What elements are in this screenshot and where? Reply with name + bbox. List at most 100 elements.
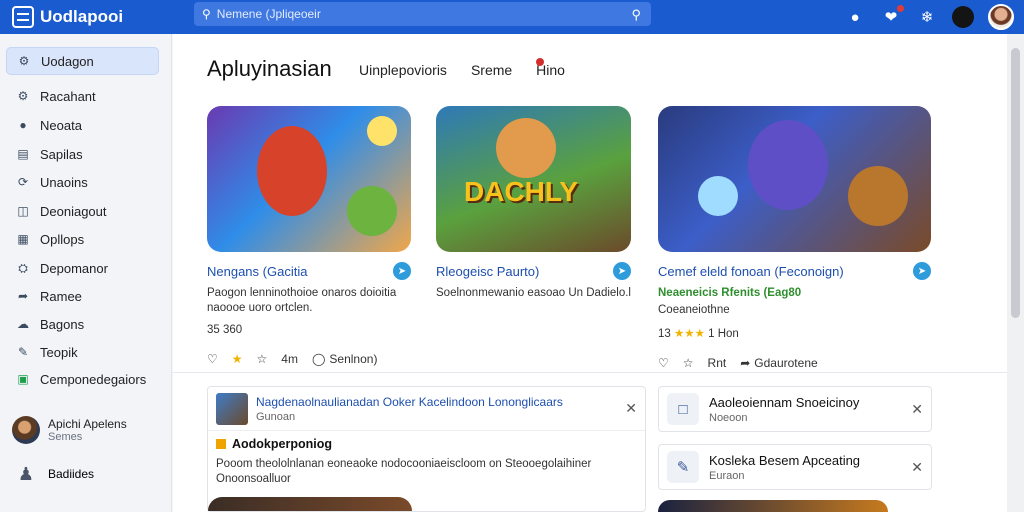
sidebar-item-label: Sapilas [40, 146, 83, 162]
card-title[interactable]: Rleogeisc Paurto) [436, 264, 539, 279]
top-bar: Uodlapooi ⚲ ⚲ ● ❤ ❄ [0, 0, 1024, 34]
sidebar-item-racahant[interactable]: ⚙ Racahant [6, 82, 159, 110]
clipboard-icon: □ [667, 393, 699, 425]
gamepad-icon: ✎ [667, 451, 699, 483]
notifications-icon[interactable]: ❤ [880, 5, 904, 28]
post-header[interactable]: Nagdenaolnaulianadan Ooker Kacelindoon L… [256, 395, 563, 409]
comment-button[interactable]: ◯ Senlnon) [312, 352, 377, 366]
game-thumbnail[interactable]: DACHLY [436, 106, 631, 252]
card-title[interactable]: Nengans (Gacitia [207, 264, 307, 279]
tab-hino[interactable]: Hino [536, 58, 565, 78]
game-thumbnail[interactable] [207, 106, 411, 252]
close-icon[interactable]: ✕ [911, 401, 923, 418]
card-title[interactable]: Cemef eleld fonoan (Feconoign) [658, 264, 844, 279]
tab-uinplepovioris[interactable]: Uinplepovioris [359, 62, 447, 78]
post-body: Pooom theololnlanan eoneaoke nodocooniae… [216, 458, 592, 485]
sidebar-item-label: Opllops [40, 231, 85, 247]
image-preview [658, 500, 888, 512]
tab-sreme[interactable]: Sreme [471, 62, 512, 78]
rating-stars: ★★★ [674, 328, 705, 340]
share-label: Gdaurotene [754, 356, 818, 370]
star-outline-icon[interactable]: ☆ [683, 356, 694, 370]
sidebar-item-label: Racahant [40, 88, 96, 104]
account-avatar[interactable] [952, 6, 974, 28]
card-description: Coeaneiothne [658, 304, 730, 316]
user-icon: ● [19, 118, 27, 132]
logo-icon [12, 6, 34, 28]
search-bar[interactable]: ⚲ ⚲ [194, 2, 651, 26]
post-title: Aodokperponiog [232, 437, 332, 451]
sidebar-profile[interactable]: Apichi Apelens Semes [12, 414, 162, 446]
document-icon: ◫ [17, 204, 29, 218]
sidebar-item-cemponedegaiors[interactable]: ▣ Cemponedegaiors [6, 365, 159, 393]
sidebar-item-uodagon[interactable]: ⚙ Uodagon [6, 47, 159, 75]
sidebar-item-unaoins[interactable]: ⟳ Unaoins [6, 168, 159, 196]
side-card-title: Aaoleoiennam Snoeicinoy [709, 394, 860, 410]
sidebar: ⚙ Uodagon ⚙ Racahant ● Neoata ▤ Sapilas … [0, 34, 172, 512]
sidebar-item-label: Cemponedegaiors [40, 371, 147, 387]
sidebar-item-bagons[interactable]: ☁ Bagons [6, 310, 159, 338]
home-icon: ⚙ [18, 54, 30, 68]
sidebar-item-deoniagout[interactable]: ◫ Deoniagout [6, 197, 159, 225]
star-icon[interactable]: ★ [232, 352, 243, 366]
like-icon[interactable]: ♡ [658, 356, 669, 370]
stats-count: 13 [658, 328, 671, 340]
close-icon[interactable]: ✕ [625, 400, 637, 417]
app-logo[interactable]: Uodlapooi [12, 6, 123, 28]
card-description: Soelnonmewanio easoao Un Dadielo.l [436, 287, 631, 299]
sidebar-footer-label: Badiides [48, 467, 95, 481]
user-icon[interactable]: ● [844, 6, 866, 28]
card-action[interactable]: Rnt [708, 356, 727, 370]
thumbnail-title: DACHLY [464, 176, 579, 207]
post-thumbnail [216, 392, 248, 425]
top-icons: ● ❤ ❄ [844, 0, 1014, 34]
feed-post[interactable]: Nagdenaolnaulianadan Ooker Kacelindoon L… [207, 386, 646, 512]
tab-bar: Uinplepovioris Sreme Hino [359, 58, 565, 78]
scrollbar[interactable] [1007, 34, 1024, 512]
share-icon: ➦ [17, 289, 29, 303]
sidebar-item-label: Unaoins [40, 174, 88, 190]
sidebar-item-teopik[interactable]: ✎ Teopik [6, 338, 159, 366]
share-button[interactable]: ➦ Gdaurotene [740, 356, 817, 370]
game-card[interactable]: Cemef eleld fonoan (Feconoign) ➤ Neaeneic… [658, 106, 931, 370]
side-card[interactable]: ✎ Kosleka Besem Apceating Euraon ✕ [658, 444, 932, 490]
game-thumbnail[interactable] [658, 106, 931, 252]
profile-name: Apichi Apelens [48, 417, 127, 431]
grid-icon: ▦ [17, 232, 29, 246]
settings-icon[interactable]: ❄ [916, 6, 938, 28]
share-icon[interactable]: ➤ [913, 262, 931, 280]
card-stats: 13 ★★★ 1 Hon [658, 326, 931, 340]
like-icon[interactable]: ♡ [207, 352, 218, 366]
card-stats: 35 360 [207, 324, 243, 336]
share-icon[interactable]: ➤ [613, 262, 631, 280]
share-arrow-icon: ➦ [740, 356, 751, 370]
side-card[interactable]: □ Aaoleoiennam Snoeicinoy Noeoon ✕ [658, 386, 932, 432]
sidebar-item-depomanor[interactable]: ⛭ Depomanor [6, 254, 159, 282]
close-icon[interactable]: ✕ [911, 459, 923, 476]
game-card[interactable]: Nengans (Gacitia ➤ Paogon lenninothoioe o… [207, 106, 411, 366]
stats-suffix: 1 Hon [708, 328, 739, 340]
profile-avatar[interactable] [988, 4, 1014, 30]
share-icon[interactable]: ➤ [393, 262, 411, 280]
sidebar-item-label: Depomanor [40, 260, 108, 276]
search-icon: ⚲ [202, 7, 211, 21]
scrollbar-thumb[interactable] [1011, 48, 1020, 318]
sidebar-item-ramee[interactable]: ➦ Ramee [6, 282, 159, 310]
upload-icon: ☁ [17, 317, 29, 331]
search-submit-icon[interactable]: ⚲ [631, 7, 641, 23]
main-content: Apluyinasian Uinplepovioris Sreme Hino N… [173, 34, 1007, 512]
sidebar-item-opllops[interactable]: ▦ Opllops [6, 225, 159, 253]
card-description: Paogon lenninothoioe onaros doioitia nao… [207, 287, 397, 314]
card-action[interactable]: 4m [281, 352, 298, 366]
sidebar-item-neoata[interactable]: ● Neoata [6, 111, 159, 139]
sidebar-item-sapilas[interactable]: ▤ Sapilas [6, 140, 159, 168]
post-header-sub: Gunoan [256, 410, 296, 423]
refresh-icon: ⟳ [17, 175, 29, 189]
game-card[interactable]: DACHLY Rleogeisc Paurto) ➤ Soelnonmewanio… [436, 106, 631, 301]
section-divider [173, 372, 1007, 373]
page-title: Apluyinasian [207, 56, 332, 81]
sidebar-item-label: Bagons [40, 316, 85, 332]
search-input[interactable] [216, 7, 617, 21]
star-outline-icon[interactable]: ☆ [257, 352, 268, 366]
sidebar-footer-item[interactable]: ♟ Badiides [12, 458, 162, 490]
